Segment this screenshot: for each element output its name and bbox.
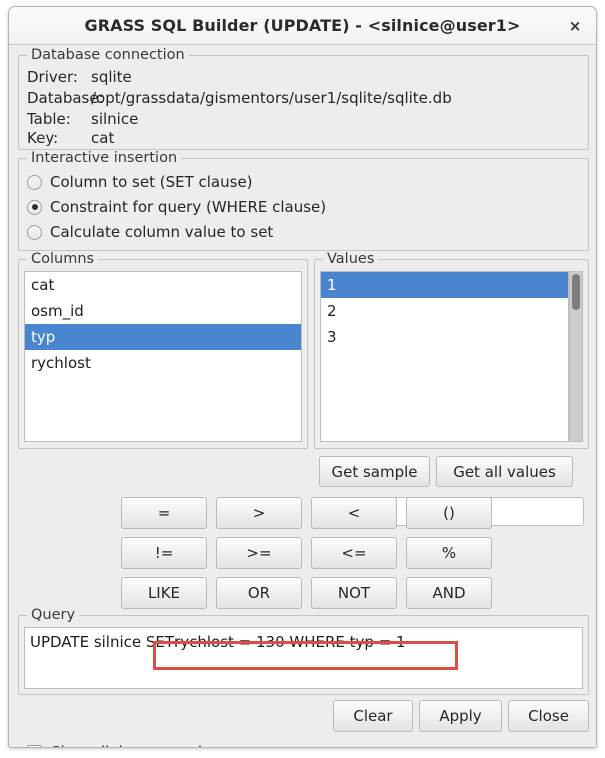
operator-button-percent[interactable]: % [406,537,492,569]
query-group: Query UPDATE silnice SET rychlost = 130 … [18,607,589,695]
screenshot-root: GRASS SQL Builder (UPDATE) - <silnice@us… [0,0,605,758]
title-bar: GRASS SQL Builder (UPDATE) - <silnice@us… [9,7,596,45]
values-group: Values 1 2 3 [314,251,589,449]
query-textarea[interactable]: UPDATE silnice SET rychlost = 130 WHERE … [24,627,583,689]
values-scrollbar[interactable] [569,271,583,442]
close-dialog-on-apply-checkbox[interactable] [27,744,42,747]
list-item[interactable]: 1 [321,272,568,298]
database-connection-group: Database connection Driver: sqlite Datab… [18,47,589,150]
get-all-values-button[interactable]: Get all values [436,456,573,487]
query-text-line: UPDATE silnice SET rychlost = 130 WHERE … [30,631,577,653]
key-label: Key: [27,129,59,147]
close-icon[interactable]: × [566,17,584,35]
operator-button-greater-than[interactable]: > [216,497,302,529]
list-item[interactable]: 2 [321,298,568,324]
operator-button-or[interactable]: OR [216,577,302,609]
query-highlighted-text: rychlost = 130 WHERE typ = 1 [174,633,406,651]
columns-legend: Columns [27,251,99,267]
interactive-insertion-legend: Interactive insertion [27,150,182,166]
operator-button-greater-equals[interactable]: >= [216,537,302,569]
table-label: Table: [27,110,71,128]
list-item[interactable]: osm_id [25,298,301,324]
operator-button-less-than[interactable]: < [311,497,397,529]
radio-label-calculate-column-value: Calculate column value to set [50,223,274,241]
list-item[interactable]: rychlost [25,350,301,376]
radio-icon-constraint-for-query[interactable] [27,199,42,215]
list-item[interactable]: 3 [321,324,568,350]
database-connection-legend: Database connection [27,47,189,63]
apply-button[interactable]: Apply [419,700,502,732]
table-value: silnice [91,110,139,128]
radio-icon-column-to-set[interactable] [27,174,42,190]
radio-option-column-to-set[interactable]: Column to set (SET clause) [27,171,253,193]
database-value: /opt/grassdata/gismentors/user1/sqlite/s… [91,89,452,107]
operator-button-pad: = > < () != >= <= % LIKE OR NOT AND [121,497,492,609]
get-sample-button[interactable]: Get sample [319,456,430,487]
operator-button-and[interactable]: AND [406,577,492,609]
sql-builder-window: GRASS SQL Builder (UPDATE) - <silnice@us… [8,6,597,748]
clear-button[interactable]: Clear [333,700,413,732]
operator-button-not-equals[interactable]: != [121,537,207,569]
driver-value: sqlite [91,68,132,86]
window-title: GRASS SQL Builder (UPDATE) - <silnice@us… [84,16,521,35]
interactive-insertion-group: Interactive insertion Column to set (SET… [18,150,589,251]
columns-group: Columns cat osm_id typ rychlost [18,251,308,449]
values-legend: Values [323,251,379,267]
radio-icon-calculate-column-value[interactable] [27,224,42,240]
query-legend: Query [27,607,80,623]
list-item[interactable]: typ [25,324,301,350]
list-item[interactable]: cat [25,272,301,298]
operator-button-equals[interactable]: = [121,497,207,529]
values-scrollbar-thumb[interactable] [572,274,580,310]
radio-option-calculate-column-value[interactable]: Calculate column value to set [27,221,273,243]
operator-button-not[interactable]: NOT [311,577,397,609]
close-dialog-on-apply-label: Close dialog on apply [50,743,211,747]
operator-button-parentheses[interactable]: () [406,497,492,529]
values-listbox[interactable]: 1 2 3 [320,271,569,442]
radio-label-constraint-for-query: Constraint for query (WHERE clause) [50,198,327,216]
dialog-body: Database connection Driver: sqlite Datab… [9,45,596,747]
key-value: cat [91,129,115,147]
driver-label: Driver: [27,68,78,86]
close-button[interactable]: Close [508,700,589,732]
operator-button-less-equals[interactable]: <= [311,537,397,569]
query-prefix-text: UPDATE silnice SET [30,633,175,651]
columns-listbox[interactable]: cat osm_id typ rychlost [24,271,302,442]
operator-button-like[interactable]: LIKE [121,577,207,609]
radio-label-column-to-set: Column to set (SET clause) [50,173,253,191]
radio-option-constraint-for-query[interactable]: Constraint for query (WHERE clause) [27,196,326,218]
close-dialog-on-apply-row[interactable]: Close dialog on apply [27,742,211,747]
